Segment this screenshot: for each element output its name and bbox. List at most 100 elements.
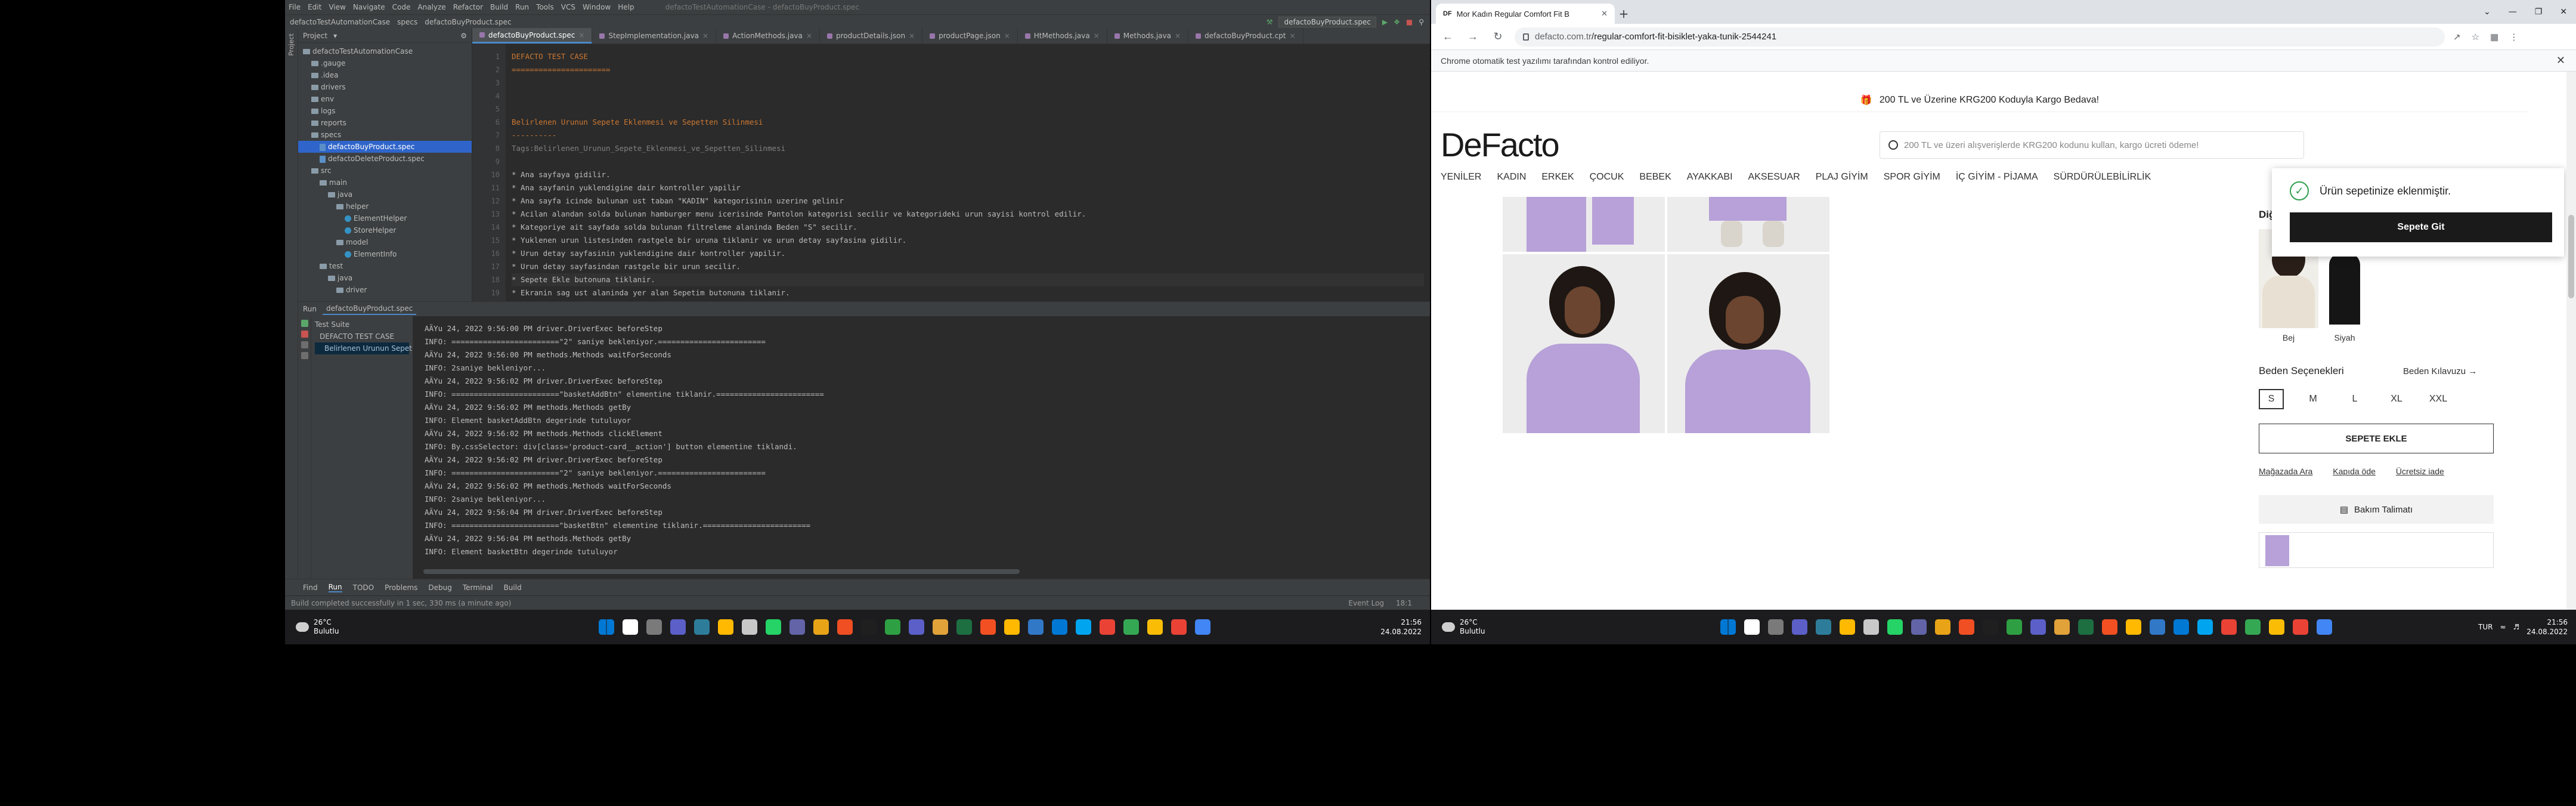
size-option[interactable]: M xyxy=(2301,389,2326,409)
menu-item-navigate[interactable]: Navigate xyxy=(353,3,385,11)
nav-item[interactable]: SÜRDÜRÜLEBİLİRLİK xyxy=(2054,172,2151,191)
extensions-icon[interactable]: ▦ xyxy=(2490,32,2498,42)
app-icon[interactable] xyxy=(2030,619,2046,635)
menu-item-file[interactable]: File xyxy=(289,3,301,11)
event-log[interactable]: Event Log xyxy=(1348,599,1384,607)
care-instructions-button[interactable]: ▤ Bakım Talimatı xyxy=(2259,495,2494,524)
close-icon[interactable]: ✕ xyxy=(2556,54,2565,67)
tree-node[interactable]: defactoBuyProduct.spec xyxy=(298,141,472,153)
tool-tab-build[interactable]: Build xyxy=(504,583,522,592)
app-icon[interactable] xyxy=(693,619,710,635)
code-line[interactable] xyxy=(512,155,1424,168)
menu-item-tools[interactable]: Tools xyxy=(536,3,554,11)
app-icon[interactable] xyxy=(1720,619,1736,635)
debug-icon[interactable]: ❖ xyxy=(1394,18,1400,26)
editor-tab[interactable]: HtMethods.java × xyxy=(1018,28,1107,44)
breadcrumb-item[interactable]: defactoTestAutomationCase xyxy=(290,18,390,26)
tree-node[interactable]: helper xyxy=(298,200,472,212)
console-output[interactable]: AÄYu 24, 2022 9:56:00 PM driver.DriverEx… xyxy=(413,316,1402,567)
chevron-down-icon[interactable]: ⌄ xyxy=(2484,7,2491,17)
app-icon[interactable] xyxy=(2078,619,2094,635)
close-icon[interactable]: × xyxy=(1004,32,1010,40)
breadcrumb-item[interactable]: specs xyxy=(397,18,417,26)
app-icon[interactable] xyxy=(1840,619,1855,635)
code-line[interactable]: * Sepete Ekle butonuna tiklanir. xyxy=(512,273,1424,286)
size-guide-link[interactable]: Beden Kılavuzu → xyxy=(2403,366,2477,376)
nav-item[interactable]: BEBEK xyxy=(1639,172,1671,191)
app-icon[interactable] xyxy=(789,619,805,635)
test-node[interactable]: Test Suite xyxy=(315,319,409,331)
app-icon[interactable] xyxy=(1935,619,1950,635)
app-icon[interactable] xyxy=(670,619,686,635)
star-icon[interactable]: ☆ xyxy=(2472,32,2479,42)
code-line[interactable] xyxy=(512,103,1424,116)
settings-icon[interactable] xyxy=(301,352,308,359)
nav-item[interactable]: AKSESUAR xyxy=(1748,172,1800,191)
lock-icon[interactable] xyxy=(1523,33,1529,41)
editor-tab[interactable]: productDetails.json × xyxy=(820,28,923,44)
app-icon[interactable] xyxy=(1983,619,1998,635)
app-icon[interactable] xyxy=(1051,619,1067,635)
tree-node[interactable]: env xyxy=(298,93,472,105)
menu-item-help[interactable]: Help xyxy=(618,3,634,11)
stop-icon[interactable] xyxy=(301,331,308,338)
nav-item[interactable]: YENİLER xyxy=(1441,172,1481,191)
product-image[interactable] xyxy=(1667,254,1829,433)
app-icon[interactable] xyxy=(956,619,972,635)
menu-icon[interactable]: ⋮ xyxy=(2509,32,2518,42)
run-config-select[interactable]: defactoBuyProduct.spec xyxy=(1278,16,1376,27)
app-icon[interactable] xyxy=(1075,619,1091,635)
clock[interactable]: 21:56 24.08.2022 xyxy=(2527,617,2568,637)
product-link[interactable]: Ücretsiz iade xyxy=(2396,467,2444,476)
tree-node[interactable]: reports xyxy=(298,117,472,129)
tree-node[interactable]: java xyxy=(298,189,472,200)
close-icon[interactable]: × xyxy=(578,31,584,39)
code-line[interactable]: * Ekranin sag ust alaninda yer alan Sepe… xyxy=(512,286,1424,299)
tree-node[interactable]: driver xyxy=(298,284,472,296)
app-icon[interactable] xyxy=(1911,619,1927,635)
code-line[interactable]: * Ana sayfanin yuklendigine dair kontrol… xyxy=(512,181,1424,194)
app-icon[interactable] xyxy=(1123,619,1139,635)
app-icon[interactable] xyxy=(1744,619,1760,635)
editor-tab[interactable]: Methods.java × xyxy=(1107,28,1189,44)
code-line[interactable]: * Ana sayfa icinde bulunan ust taban "KA… xyxy=(512,194,1424,208)
menu-item-run[interactable]: Run xyxy=(515,3,529,11)
menu-item-vcs[interactable]: VCS xyxy=(561,3,575,11)
menu-item-window[interactable]: Window xyxy=(583,3,611,11)
code-editor[interactable]: 1 2 3 4 5 6 7 8 9 10 11 12 13 14 15 16 17 18 19 DEFACTO TE… xyxy=(472,44,1430,301)
add-to-cart-button[interactable]: SEPETE EKLE xyxy=(2259,424,2494,453)
run-icon[interactable]: ▶ xyxy=(1382,18,1388,26)
size-option[interactable]: XXL xyxy=(2426,389,2451,409)
app-icon[interactable] xyxy=(1768,619,1784,635)
app-icon[interactable] xyxy=(717,619,733,635)
go-to-cart-button[interactable]: Sepete Git xyxy=(2290,212,2552,242)
tree-node[interactable]: StoreHelper xyxy=(298,224,472,236)
app-icon[interactable] xyxy=(1147,619,1163,635)
tree-node[interactable]: drivers xyxy=(298,81,472,93)
app-icon[interactable] xyxy=(1816,619,1831,635)
console-scrollbar[interactable] xyxy=(423,569,1020,574)
app-icon[interactable] xyxy=(2197,619,2213,635)
nav-item[interactable]: PLAJ GİYİM xyxy=(1816,172,1868,191)
weather-widget[interactable]: 26°C Bulutlu xyxy=(285,618,428,636)
editor-tab[interactable]: defactoBuyProduct.spec × xyxy=(472,28,593,44)
app-icon[interactable] xyxy=(2007,619,2022,635)
app-icon[interactable] xyxy=(2174,619,2189,635)
tree-node[interactable]: ElementInfo xyxy=(298,248,472,260)
code-content[interactable]: DEFACTO TEST CASE ====================== B… xyxy=(512,44,1424,301)
size-option[interactable]: S xyxy=(2259,389,2284,409)
app-icon[interactable] xyxy=(1194,619,1210,635)
project-tool-button[interactable]: Project xyxy=(287,33,295,56)
tree-node[interactable]: ElementHelper xyxy=(298,212,472,224)
app-icon[interactable] xyxy=(2150,619,2165,635)
tool-tab-problems[interactable]: Problems xyxy=(385,583,417,592)
nav-item[interactable]: KADIN xyxy=(1497,172,1526,191)
app-icon[interactable] xyxy=(860,619,877,635)
app-icon[interactable] xyxy=(884,619,900,635)
code-line[interactable]: ---------- xyxy=(512,129,1424,142)
recent-product[interactable] xyxy=(2259,532,2494,568)
tree-node[interactable]: .idea xyxy=(298,69,472,81)
run-tab[interactable]: defactoBuyProduct.spec xyxy=(323,303,417,315)
search-input[interactable]: 200 TL ve üzeri alışverişlerde KRG200 ko… xyxy=(1880,131,2304,159)
search-icon[interactable]: ⚲ xyxy=(1419,18,1424,26)
